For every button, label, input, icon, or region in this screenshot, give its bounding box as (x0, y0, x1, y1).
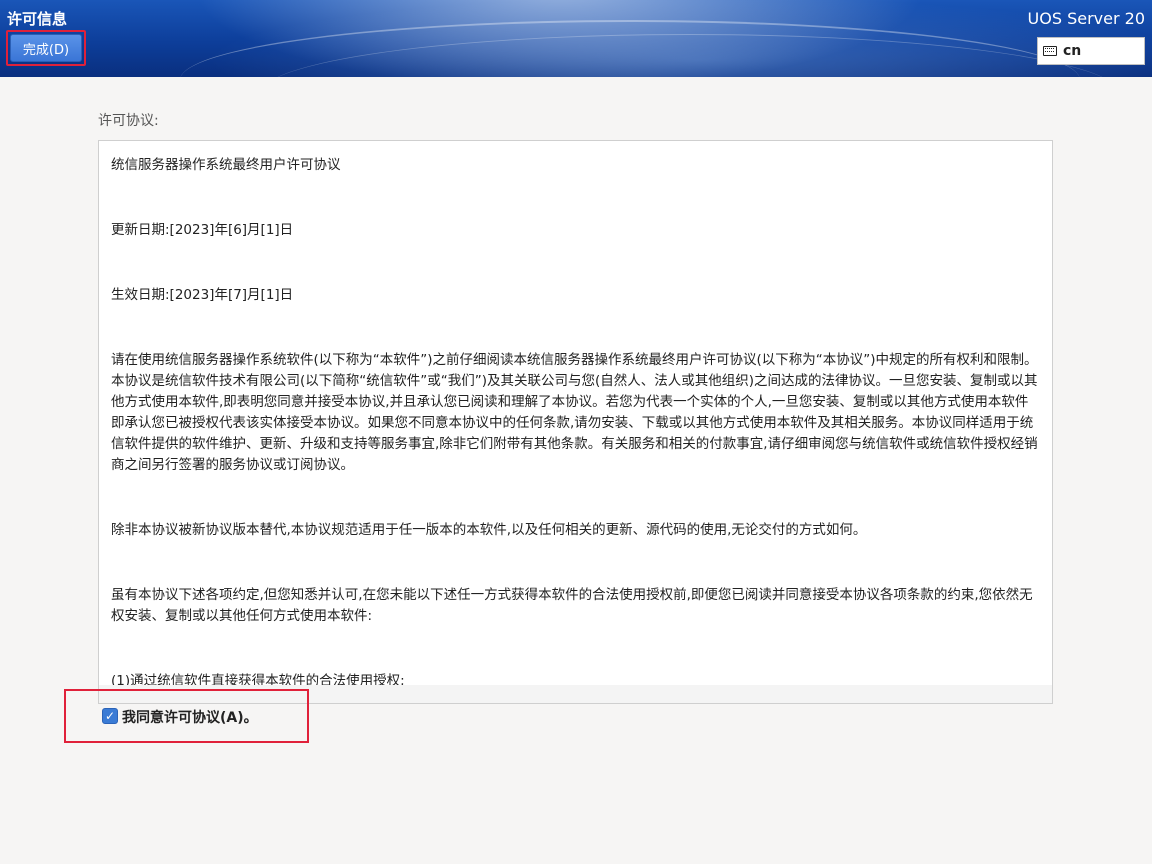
agree-checkbox-label[interactable]: 我同意许可协议(A)。 (122, 707, 258, 727)
license-label: 许可协议: (98, 113, 159, 129)
license-paragraph-title: 统信服务器操作系统最终用户许可协议 (111, 157, 341, 173)
product-name: UOS Server 20 (1027, 9, 1145, 28)
keyboard-layout-indicator[interactable]: cn (1037, 37, 1145, 65)
keyboard-icon (1043, 46, 1057, 56)
agree-checkbox[interactable]: ✓ (102, 708, 118, 724)
check-icon: ✓ (104, 709, 116, 723)
done-button[interactable]: 完成(D) (10, 34, 82, 62)
page-title: 许可信息 (7, 10, 68, 28)
done-button-highlight: 完成(D) (6, 30, 86, 66)
keyboard-layout-label: cn (1063, 43, 1082, 59)
license-text-view[interactable]: 统信服务器操作系统最终用户许可协议 更新日期:[2023]年[6]月[1]日 生… (98, 140, 1053, 704)
license-paragraph-intro: 请在使用统信服务器操作系统软件(以下称为“本软件”)之前仔细阅读本统信服务器操作… (111, 352, 1038, 473)
license-text-content: 统信服务器操作系统最终用户许可协议 更新日期:[2023]年[6]月[1]日 生… (111, 155, 1039, 692)
license-paragraph-scope: 除非本协议被新协议版本替代,本协议规范适用于任一版本的本软件,以及任何相关的更新… (111, 522, 867, 538)
license-paragraph-effective: 生效日期:[2023]年[7]月[1]日 (111, 287, 294, 303)
license-paragraph-authorization: 虽有本协议下述各项约定,但您知悉并认可,在您未能以下述任一方式获得本软件的合法使… (111, 587, 1033, 624)
license-paragraph-updated: 更新日期:[2023]年[6]月[1]日 (111, 222, 294, 238)
header-bar: 许可信息 完成(D) UOS Server 20 cn (0, 0, 1152, 77)
